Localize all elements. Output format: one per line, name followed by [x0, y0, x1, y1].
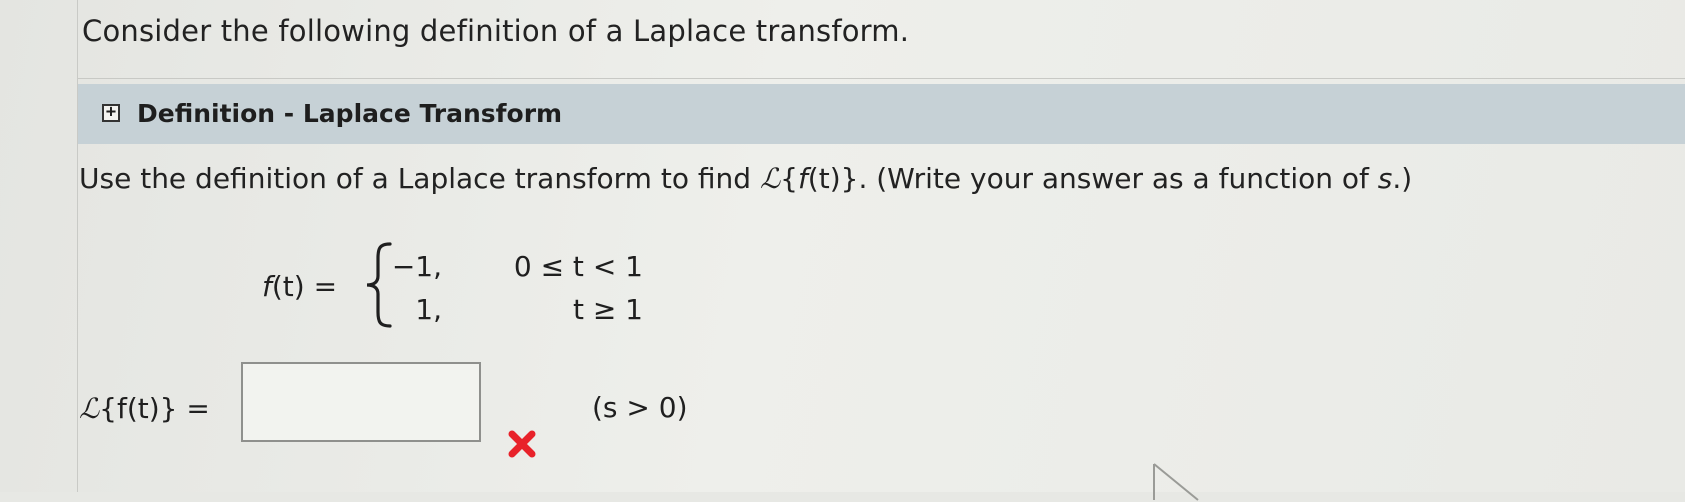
expr-close: } [840, 162, 859, 195]
function-label: f(t) = [262, 270, 337, 303]
expr-open: { [780, 162, 798, 195]
page: Consider the following definition of a L… [0, 0, 1685, 501]
expand-plus-icon[interactable]: + [102, 104, 120, 122]
laplace-symbol: ℒ [759, 162, 781, 195]
intro-text: Consider the following definition of a L… [82, 14, 910, 48]
question-text: Use the definition of a Laplace transfor… [79, 162, 1412, 195]
function-name: f [262, 270, 272, 303]
definition-title[interactable]: Definition - Laplace Transform [137, 99, 562, 128]
divider [78, 78, 1685, 79]
x-mark-icon [508, 430, 536, 458]
case-2-value: 1, [415, 293, 442, 326]
expr-t: (t) [807, 162, 841, 195]
answer-label: ℒ{f(t)} = [79, 392, 210, 425]
domain-condition: (s > 0) [592, 391, 688, 424]
content-left-border [77, 0, 78, 492]
mouse-cursor-icon [1153, 463, 1199, 501]
question-prefix: Use the definition of a Laplace transfor… [79, 162, 760, 195]
case-2-condition: t ≥ 1 [572, 293, 643, 326]
question-suffix-end: .) [1392, 162, 1413, 195]
answer-label-rest: {f(t)} = [99, 392, 210, 425]
case-1-condition: 0 ≤ t < 1 [513, 250, 643, 283]
variable-s: s [1377, 162, 1393, 195]
expr-f: f [797, 162, 808, 195]
case-1-value: −1, [391, 250, 442, 283]
answer-input[interactable] [241, 362, 481, 442]
question-suffix: . (Write your answer as a function of [858, 162, 1378, 195]
function-label-rest: (t) = [271, 270, 338, 303]
answer-laplace-symbol: ℒ [79, 392, 100, 425]
